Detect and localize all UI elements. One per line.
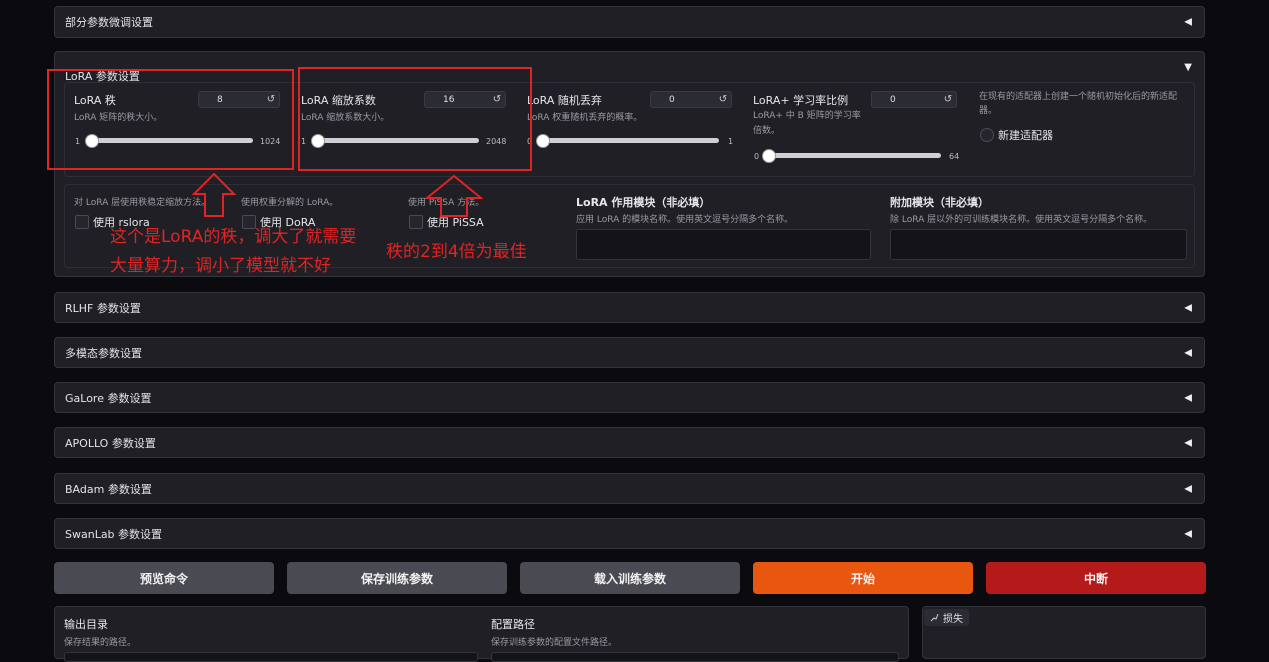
load-args-button[interactable]: 载入训练参数 [520,562,740,594]
reset-icon[interactable]: ↺ [940,94,956,105]
loss-tag: 损失 [924,609,969,626]
abort-button[interactable]: 中断 [986,562,1206,594]
output-dir-input[interactable] [64,652,478,662]
annotation-box-alpha [298,67,532,171]
lora-dropout-label: LoRA 随机丢弃 [527,94,602,107]
new-adapter-checkbox[interactable] [980,128,994,142]
lora-plus-value: 0 [890,94,896,105]
save-args-button[interactable]: 保存训练参数 [287,562,507,594]
expand-triangle-icon[interactable]: ▼ [1184,62,1192,73]
collapse-triangle-icon: ◀ [1184,483,1192,494]
config-path-desc: 保存训练参数的配置文件路径。 [491,638,618,648]
lora-plus-slider[interactable] [762,149,941,163]
collapse-triangle-icon: ◀ [1184,392,1192,403]
section-title: SwanLab 参数设置 [65,527,163,541]
section-multimodal[interactable]: 多模态参数设置 ◀ [54,337,1205,368]
lora-plus-desc: LoRA+ 中 B 矩阵的学习率倍数。 [753,111,861,136]
annotation-arrow-up-icon [192,172,236,217]
section-title: GaLore 参数设置 [65,391,152,405]
config-path-input[interactable] [491,652,899,662]
annotation-rank-line2: 大量算力，调小了模型就不好 [110,256,331,276]
collapse-triangle-icon: ◀ [1184,437,1192,448]
start-button[interactable]: 开始 [753,562,973,594]
section-swanlab[interactable]: SwanLab 参数设置 ◀ [54,518,1205,549]
section-rlhf[interactable]: RLHF 参数设置 ◀ [54,292,1205,323]
section-apollo[interactable]: APOLLO 参数设置 ◀ [54,427,1205,458]
annotation-alpha-note: 秩的2到4倍为最佳 [386,242,527,262]
collapse-triangle-icon: ◀ [1184,347,1192,358]
annotation-arrow-up-icon [425,174,483,217]
collapse-triangle-icon: ◀ [1184,302,1192,313]
pissa-checkbox[interactable] [409,215,423,229]
lora-dropout-slider[interactable] [536,134,719,148]
section-title: BAdam 参数设置 [65,482,152,496]
collapse-triangle-icon: ◀ [1184,16,1192,28]
new-adapter-label: 新建适配器 [998,129,1053,142]
loss-label: 损失 [943,614,963,625]
lora-plus-label: LoRA+ 学习率比例 [753,94,849,107]
section-galore[interactable]: GaLore 参数设置 ◀ [54,382,1205,413]
slider-thumb[interactable] [536,134,550,148]
slider-max: 1 [728,137,734,146]
additional-target-input[interactable] [890,229,1187,260]
output-dir-label: 输出目录 [64,618,108,631]
section-title: 多模态参数设置 [65,346,142,360]
collapse-triangle-icon: ◀ [1184,528,1192,539]
slider-min: 0 [754,152,760,161]
new-adapter-desc: 在现有的适配器上创建一个随机初始化后的新适配器。 [979,92,1178,116]
annotation-box-rank [47,69,294,170]
lora-target-label: LoRA 作用模块（非必填） [576,196,711,209]
reset-icon[interactable]: ↺ [715,94,731,105]
lora-target-desc: 应用 LoRA 的模块名称。使用英文逗号分隔多个名称。 [576,215,794,225]
annotation-rank-line1: 这个是LoRA的秩，调大了就需要 [110,227,357,247]
additional-target-desc: 除 LoRA 层以外的可训练模块名称。使用英文逗号分隔多个名称。 [890,215,1153,225]
chart-line-icon [930,613,939,622]
rslora-desc: 对 LoRA 层使用秩稳定缩放方法。 [74,198,211,208]
preview-command-button[interactable]: 预览命令 [54,562,274,594]
section-badam[interactable]: BAdam 参数设置 ◀ [54,473,1205,504]
rslora-checkbox[interactable] [75,215,89,229]
output-dir-desc: 保存结果的路径。 [64,638,137,648]
dora-desc: 使用权重分解的 LoRA。 [241,198,339,208]
lora-plus-input[interactable]: 0 ↺ [871,91,957,108]
section-title: RLHF 参数设置 [65,301,141,315]
lora-dropout-input[interactable]: 0 ↺ [650,91,732,108]
additional-target-label: 附加模块（非必填） [890,196,989,209]
section-title: 部分参数微调设置 [65,16,153,29]
config-path-label: 配置路径 [491,618,535,631]
lora-dropout-desc: LoRA 权重随机丢弃的概率。 [527,113,643,123]
slider-max: 64 [949,152,960,161]
lora-target-input[interactable] [576,229,871,260]
slider-thumb[interactable] [762,149,776,163]
section-partial-params[interactable]: 部分参数微调设置 ◀ [54,6,1205,38]
lora-dropout-value: 0 [669,94,675,105]
section-title: APOLLO 参数设置 [65,436,156,450]
